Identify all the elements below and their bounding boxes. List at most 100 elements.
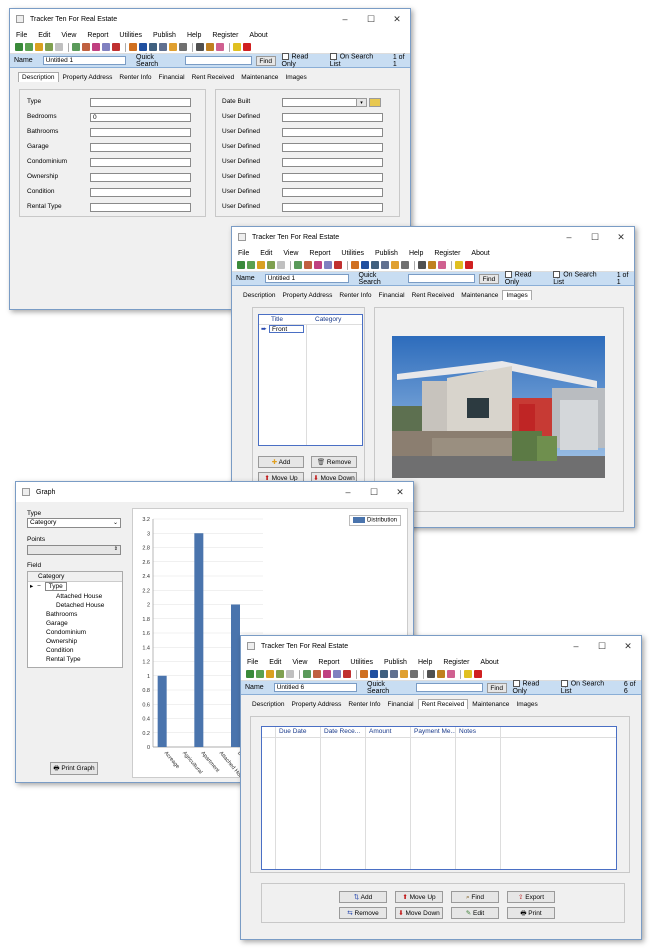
settings-icon[interactable] [427, 670, 435, 678]
filter-icon[interactable] [277, 261, 285, 269]
tools-icon[interactable] [437, 670, 445, 678]
menu-help[interactable]: Help [418, 659, 432, 666]
tree-item[interactable]: Rental Type [28, 655, 122, 664]
type-input[interactable] [90, 98, 191, 107]
menu-view[interactable]: View [283, 250, 298, 257]
menu-report[interactable]: Report [309, 250, 330, 257]
edit-button[interactable]: ✎ Edit [451, 907, 499, 919]
tab-property-address[interactable]: Property Address [280, 291, 336, 300]
next-record-icon[interactable] [257, 261, 265, 269]
search-icon[interactable] [129, 43, 137, 51]
chart-icon[interactable] [400, 670, 408, 678]
close-button[interactable]: ✕ [615, 636, 641, 656]
tree-item[interactable]: Attached House [28, 592, 122, 601]
tools-icon[interactable] [206, 43, 214, 51]
menu-publish[interactable]: Publish [384, 659, 407, 666]
filter-icon[interactable] [55, 43, 63, 51]
form-view-icon[interactable] [361, 261, 369, 269]
tab-images[interactable]: Images [513, 700, 540, 709]
tab-maintenance[interactable]: Maintenance [458, 291, 501, 300]
remove-button[interactable]: 🗑 Remove [311, 456, 357, 468]
maximize-button[interactable]: ☐ [361, 482, 387, 502]
menu-help[interactable]: Help [187, 32, 201, 39]
new-record-icon[interactable] [303, 670, 311, 678]
menu-publish[interactable]: Publish [153, 32, 176, 39]
help-icon[interactable] [233, 43, 241, 51]
rent-received-table[interactable]: Due Date Date Rece... Amount Payment Me.… [261, 726, 617, 870]
remove-button[interactable]: ⇆ Remove [339, 907, 387, 919]
tab-rent-received[interactable]: Rent Received [409, 291, 458, 300]
user-defined-input[interactable] [282, 188, 383, 197]
minimize-button[interactable]: – [556, 227, 582, 247]
duplicate-icon[interactable] [333, 670, 341, 678]
tab-description[interactable]: Description [18, 72, 59, 82]
menu-help[interactable]: Help [409, 250, 423, 257]
user-defined-input[interactable] [282, 113, 383, 122]
user-defined-input[interactable] [282, 143, 383, 152]
menu-edit[interactable]: Edit [260, 250, 272, 257]
form-view-icon[interactable] [139, 43, 147, 51]
tab-images[interactable]: Images [282, 73, 309, 82]
menu-file[interactable]: File [247, 659, 258, 666]
print-icon[interactable] [179, 43, 187, 51]
table-view-icon[interactable] [159, 43, 167, 51]
undo-icon[interactable] [112, 43, 120, 51]
chart-icon[interactable] [391, 261, 399, 269]
tab-property-address[interactable]: Property Address [60, 73, 116, 82]
last-record-icon[interactable] [267, 261, 275, 269]
close-button[interactable]: ✕ [387, 482, 413, 502]
first-record-icon[interactable] [246, 670, 254, 678]
tree-item[interactable]: Ownership [28, 637, 122, 646]
tab-maintenance[interactable]: Maintenance [238, 73, 281, 82]
next-record-icon[interactable] [35, 43, 43, 51]
database-icon[interactable] [438, 261, 446, 269]
column-header-due-date[interactable]: Due Date [279, 728, 306, 735]
delete-record-icon[interactable] [314, 261, 322, 269]
first-record-icon[interactable] [237, 261, 245, 269]
name-input[interactable]: Untitled 1 [42, 56, 127, 65]
collapse-icon[interactable]: − [37, 583, 41, 590]
checkmark-icon[interactable] [465, 261, 473, 269]
tab-images[interactable]: Images [502, 290, 532, 300]
checkmark-icon[interactable] [474, 670, 482, 678]
duplicate-icon[interactable] [102, 43, 110, 51]
tab-renter-info[interactable]: Renter Info [336, 291, 374, 300]
duplicate-icon[interactable] [324, 261, 332, 269]
tab-maintenance[interactable]: Maintenance [469, 700, 512, 709]
undo-icon[interactable] [334, 261, 342, 269]
menu-file[interactable]: File [16, 32, 27, 39]
tree-item-type[interactable]: ▸ − Type [28, 582, 122, 591]
menu-register[interactable]: Register [212, 32, 238, 39]
add-button[interactable]: ⇅ Add [339, 891, 387, 903]
garage-input[interactable] [90, 143, 191, 152]
menu-publish[interactable]: Publish [375, 250, 398, 257]
list-view-icon[interactable] [371, 261, 379, 269]
chart-icon[interactable] [169, 43, 177, 51]
column-header-payment-method[interactable]: Payment Me... [414, 728, 456, 735]
condition-input[interactable] [90, 188, 191, 197]
search-icon[interactable] [360, 670, 368, 678]
print-graph-button[interactable]: 🖶 Print Graph [50, 762, 98, 775]
close-button[interactable]: ✕ [608, 227, 634, 247]
menu-edit[interactable]: Edit [38, 32, 50, 39]
stepper-arrows-icon[interactable]: ⇕ [114, 545, 118, 553]
menu-about[interactable]: About [471, 250, 489, 257]
points-stepper[interactable]: ⇕ [27, 545, 121, 555]
find-button[interactable]: Find [479, 273, 499, 284]
user-defined-input[interactable] [282, 158, 383, 167]
field-tree[interactable]: Category ▸ − Type Attached House Detache… [27, 571, 123, 668]
copy-record-icon[interactable] [304, 261, 312, 269]
new-record-icon[interactable] [72, 43, 80, 51]
tree-item[interactable]: Detached House [28, 601, 122, 610]
menu-about[interactable]: About [249, 32, 267, 39]
export-button[interactable]: ⇪ Export [507, 891, 555, 903]
first-record-icon[interactable] [15, 43, 23, 51]
read-only-checkbox[interactable]: Read Only [512, 680, 555, 695]
print-icon[interactable] [410, 670, 418, 678]
images-list[interactable]: Title Category ➨ Front [258, 314, 363, 446]
tab-renter-info[interactable]: Renter Info [116, 73, 154, 82]
print-button[interactable]: 🖶 Print [507, 907, 555, 919]
tree-item[interactable]: Garage [28, 619, 122, 628]
find-button[interactable]: Find [255, 55, 276, 66]
name-input[interactable]: Untitled 1 [264, 274, 349, 283]
